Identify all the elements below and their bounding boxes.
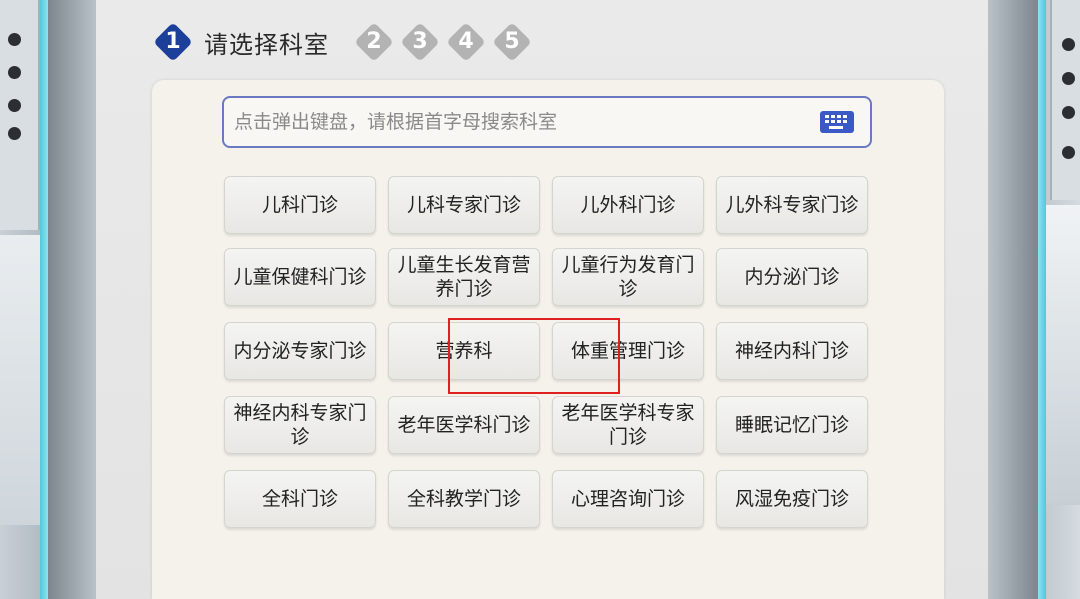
- kiosk-trim-left: [40, 0, 48, 599]
- department-button[interactable]: 儿科专家门诊: [388, 176, 540, 234]
- department-button[interactable]: 儿童行为发育门诊: [552, 248, 704, 306]
- step-number: 2: [366, 29, 382, 54]
- department-button[interactable]: 老年医学科专家门诊: [552, 396, 704, 454]
- step-3-diamond: 3: [400, 22, 440, 62]
- speaker-hole: [8, 127, 21, 140]
- speaker-grille-right: [1050, 0, 1080, 200]
- kiosk-trim-right: [1038, 0, 1046, 599]
- screen-bezel-left: [48, 0, 96, 599]
- department-button[interactable]: 全科教学门诊: [388, 470, 540, 528]
- department-panel: 儿科门诊 儿科专家门诊 儿外科门诊 儿外科专家门诊 儿童保健科门诊 儿童生长发育…: [152, 80, 944, 599]
- step-4-diamond: 4: [446, 22, 486, 62]
- speaker-grille-left: [0, 0, 40, 230]
- kiosk-screen: 1 请选择科室 2 3 4 5 点击弹出键盘，请根据首字母搜索科室 儿科门诊 儿…: [96, 0, 988, 599]
- keyboard-icon[interactable]: [820, 111, 854, 133]
- step-2-diamond: 2: [354, 22, 394, 62]
- department-button[interactable]: 风湿免疫门诊: [716, 470, 868, 528]
- speaker-hole: [1062, 38, 1075, 51]
- speaker-hole: [8, 66, 21, 79]
- step-number: 3: [412, 29, 428, 54]
- step-number: 5: [504, 29, 520, 54]
- speaker-hole: [1062, 146, 1075, 159]
- department-button[interactable]: 儿童生长发育营养门诊: [388, 248, 540, 306]
- speaker-hole: [8, 33, 21, 46]
- department-button[interactable]: 神经内科专家门诊: [224, 396, 376, 454]
- department-button[interactable]: 神经内科门诊: [716, 322, 868, 380]
- department-button[interactable]: 内分泌门诊: [716, 248, 868, 306]
- step-title: 请选择科室: [204, 30, 329, 59]
- speaker-hole: [1062, 106, 1075, 119]
- department-button[interactable]: 营养科: [388, 322, 540, 380]
- speaker-hole: [1062, 72, 1075, 85]
- department-button[interactable]: 儿外科专家门诊: [716, 176, 868, 234]
- step-5-diamond: 5: [492, 22, 532, 62]
- step-1-diamond: 1: [153, 22, 193, 62]
- department-button-selected[interactable]: 体重管理门诊: [552, 322, 704, 380]
- department-button[interactable]: 老年医学科门诊: [388, 396, 540, 454]
- step-number: 1: [165, 29, 181, 54]
- department-button[interactable]: 内分泌专家门诊: [224, 322, 376, 380]
- department-button[interactable]: 心理咨询门诊: [552, 470, 704, 528]
- background-window-left: [0, 235, 40, 525]
- search-input[interactable]: [224, 97, 820, 147]
- step-indicator: 1 请选择科室 2 3 4 5: [153, 22, 539, 62]
- screen-bezel-right: [988, 0, 1038, 599]
- department-button[interactable]: 儿科门诊: [224, 176, 376, 234]
- background-window-right: [1046, 205, 1080, 505]
- speaker-hole: [8, 99, 21, 112]
- step-number: 4: [458, 29, 474, 54]
- department-button[interactable]: 儿童保健科门诊: [224, 248, 376, 306]
- department-button[interactable]: 儿外科门诊: [552, 176, 704, 234]
- department-button[interactable]: 全科门诊: [224, 470, 376, 528]
- search-box[interactable]: [222, 96, 872, 148]
- department-button[interactable]: 睡眠记忆门诊: [716, 396, 868, 454]
